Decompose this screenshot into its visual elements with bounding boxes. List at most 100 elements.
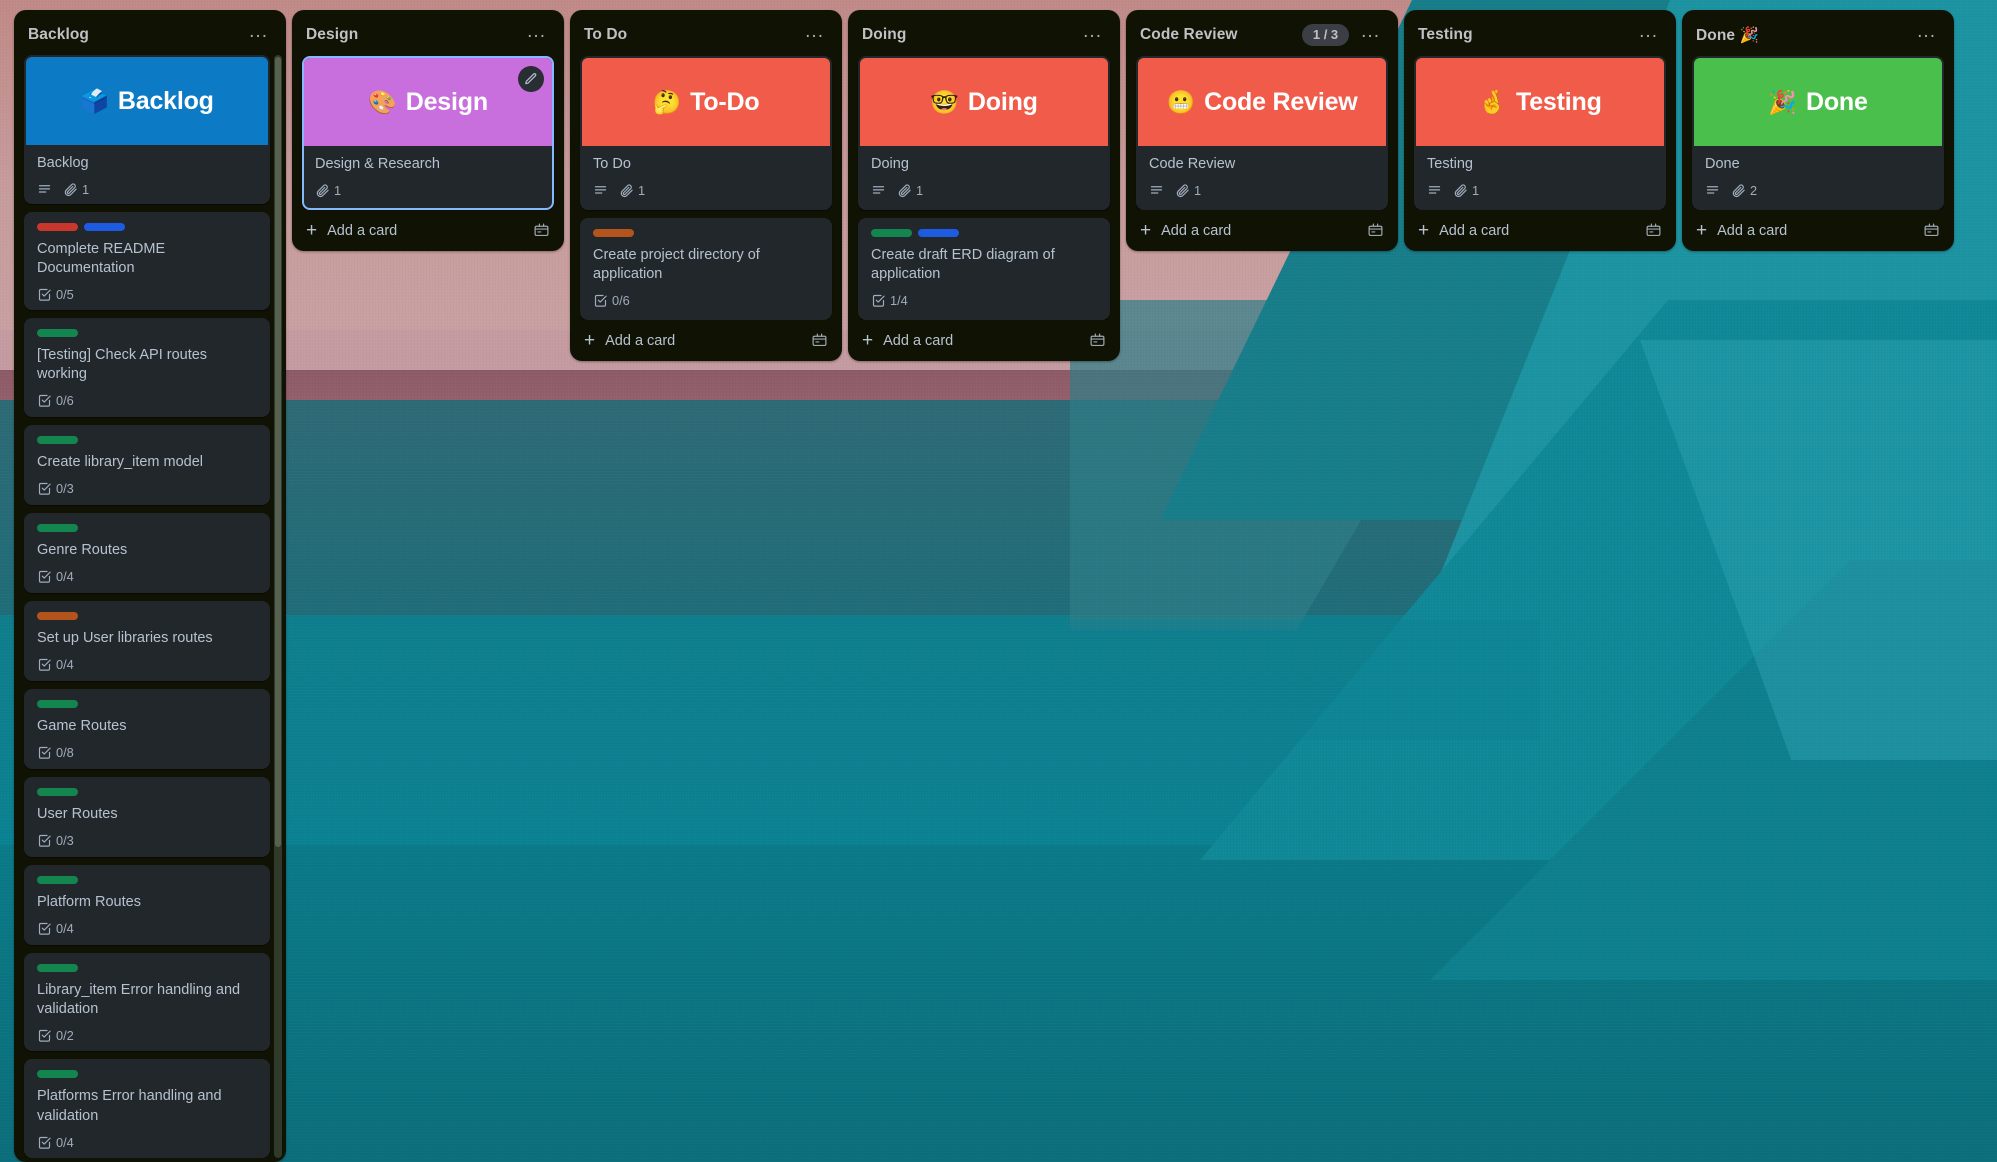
card-body: Doing 1: [860, 146, 1108, 208]
cover-title: To-Do: [690, 87, 760, 116]
card-badges: 0/8: [37, 745, 257, 760]
attachment-icon: [315, 183, 330, 198]
add-card-label: Add a card: [1439, 222, 1510, 239]
attachment-icon: [897, 183, 912, 198]
card-testing-check-api[interactable]: [Testing] Check API routes working 0/6: [24, 318, 270, 417]
add-card-label: Add a card: [605, 332, 676, 349]
label-pill[interactable]: [37, 523, 78, 532]
list-actions-menu-icon[interactable]: ...: [243, 22, 274, 46]
card-badges: 1/4: [871, 293, 1097, 308]
card-badges: 1: [593, 183, 819, 198]
label-pill[interactable]: [37, 329, 78, 338]
list-title[interactable]: Testing: [1418, 26, 1627, 44]
done-cover-card[interactable]: 🎉 Done Done 2: [1692, 56, 1944, 211]
design-cover-card[interactable]: 🎨 Design Design & Research 1: [302, 56, 554, 211]
card-badges: 2: [1705, 183, 1931, 198]
add-card-button-to-do[interactable]: + Add a card: [574, 322, 838, 357]
label-pill[interactable]: [84, 222, 125, 231]
label-pill[interactable]: [37, 435, 78, 444]
list-title[interactable]: Done 🎉: [1696, 26, 1905, 45]
card-badges: 0/4: [37, 921, 257, 936]
card-template-icon[interactable]: [811, 332, 828, 349]
todo-cover-card[interactable]: 🤔 To-Do To Do 1: [580, 56, 832, 211]
list-header-testing: Testing...: [1408, 18, 1672, 56]
list-actions-menu-icon[interactable]: ...: [799, 22, 830, 46]
label-pill[interactable]: [871, 229, 912, 238]
card-list-backlog: 🗳️ Backlog Backlog 1 Complete README Documen…: [18, 55, 282, 1158]
list-actions-menu-icon[interactable]: ...: [1355, 22, 1386, 46]
card-setup-user-libraries-routes[interactable]: Set up User libraries routes 0/4: [24, 600, 270, 681]
list-actions-menu-icon[interactable]: ...: [521, 22, 552, 46]
card-body: Game Routes 0/8: [26, 691, 268, 767]
card-create-project-directory[interactable]: Create project directory of application 0…: [580, 218, 832, 321]
list-title[interactable]: Code Review: [1140, 26, 1296, 44]
card-platform-routes[interactable]: Platform Routes 0/4: [24, 864, 270, 946]
list-scrollbar[interactable]: [274, 55, 282, 1158]
card-platforms-error-handling[interactable]: Platforms Error handling and validation 0…: [24, 1059, 270, 1158]
card-cover: 🎨 Design: [304, 58, 552, 146]
card-template-icon[interactable]: [533, 222, 550, 239]
card-list-design: 🎨 Design Design & Research 1: [296, 56, 560, 211]
add-card-button-testing[interactable]: + Add a card: [1408, 212, 1672, 247]
card-create-library-item-model[interactable]: Create library_item model 0/3: [24, 424, 270, 505]
cover-title: Design: [405, 87, 488, 116]
card-badges: 0/3: [37, 833, 257, 848]
label-pill[interactable]: [37, 611, 78, 620]
attachment-count: 2: [1750, 183, 1758, 199]
checklist-count: 0/4: [56, 921, 74, 937]
label-pill[interactable]: [918, 229, 959, 238]
label-pill[interactable]: [37, 1070, 78, 1079]
add-card-button-code-review[interactable]: + Add a card: [1130, 212, 1394, 247]
list-title[interactable]: Doing: [862, 26, 1071, 44]
add-card-button-design[interactable]: + Add a card: [296, 212, 560, 247]
card-template-icon[interactable]: [1645, 222, 1662, 239]
list-header-doing: Doing...: [852, 18, 1116, 56]
attachment-badge: 1: [1453, 183, 1479, 198]
card-badges: 0/6: [593, 293, 819, 308]
cover-title: Done: [1805, 87, 1868, 116]
card-template-icon[interactable]: [1089, 332, 1106, 349]
checklist-badge: 0/3: [37, 833, 74, 848]
checklist-count: 0/2: [56, 1028, 74, 1044]
card-title: Game Routes: [37, 717, 127, 734]
scrollbar-thumb[interactable]: [275, 57, 281, 848]
card-title: Create project directory of application: [593, 247, 760, 283]
card-list-done: 🎉 Done Done 2: [1686, 56, 1950, 211]
card-labels: [37, 329, 257, 338]
card-badges: 0/3: [37, 481, 257, 496]
card-user-routes[interactable]: User Routes 0/3: [24, 776, 270, 857]
list-title[interactable]: Design: [306, 26, 515, 44]
checklist-count: 0/4: [56, 656, 74, 672]
list-actions-menu-icon[interactable]: ...: [1911, 22, 1942, 46]
backlog-cover-card[interactable]: 🗳️ Backlog Backlog 1: [24, 55, 270, 204]
label-pill[interactable]: [593, 229, 634, 238]
list-actions-menu-icon[interactable]: ...: [1633, 22, 1664, 46]
checklist-count: 0/4: [56, 568, 74, 584]
list-actions-menu-icon[interactable]: ...: [1077, 22, 1108, 46]
add-card-button-doing[interactable]: + Add a card: [852, 322, 1116, 357]
label-pill[interactable]: [37, 875, 78, 884]
add-card-button-done[interactable]: + Add a card: [1686, 212, 1950, 247]
card-genre-routes[interactable]: Genre Routes 0/4: [24, 512, 270, 593]
list-title[interactable]: To Do: [584, 26, 793, 44]
checklist-badge: 0/8: [37, 745, 74, 760]
card-library-item-error-handling[interactable]: Library_item Error handling and validati…: [24, 953, 270, 1052]
card-template-icon[interactable]: [1923, 222, 1940, 239]
label-pill[interactable]: [37, 222, 78, 231]
testing-cover-card[interactable]: 🤞 Testing Testing 1: [1414, 56, 1666, 211]
card-game-routes[interactable]: Game Routes 0/8: [24, 688, 270, 769]
label-pill[interactable]: [37, 699, 78, 708]
card-complete-readme[interactable]: Complete README Documentation 0/5: [24, 211, 270, 311]
doing-cover-card[interactable]: 🤓 Doing Doing 1: [858, 56, 1110, 211]
list-title[interactable]: Backlog: [28, 26, 237, 44]
code-review-cover-card[interactable]: 😬 Code Review Code Review 1: [1136, 56, 1388, 211]
label-pill[interactable]: [37, 964, 78, 973]
label-pill[interactable]: [37, 787, 78, 796]
card-template-icon[interactable]: [1367, 222, 1384, 239]
cover-emoji-icon: 🎉: [1768, 88, 1797, 115]
card-create-draft-erd[interactable]: Create draft ERD diagram of application 1…: [858, 218, 1110, 321]
plus-icon: +: [1140, 219, 1152, 241]
pencil-icon[interactable]: [518, 66, 544, 92]
list-header-backlog: Backlog...: [18, 18, 282, 55]
checklist-badge: 0/2: [37, 1028, 74, 1043]
